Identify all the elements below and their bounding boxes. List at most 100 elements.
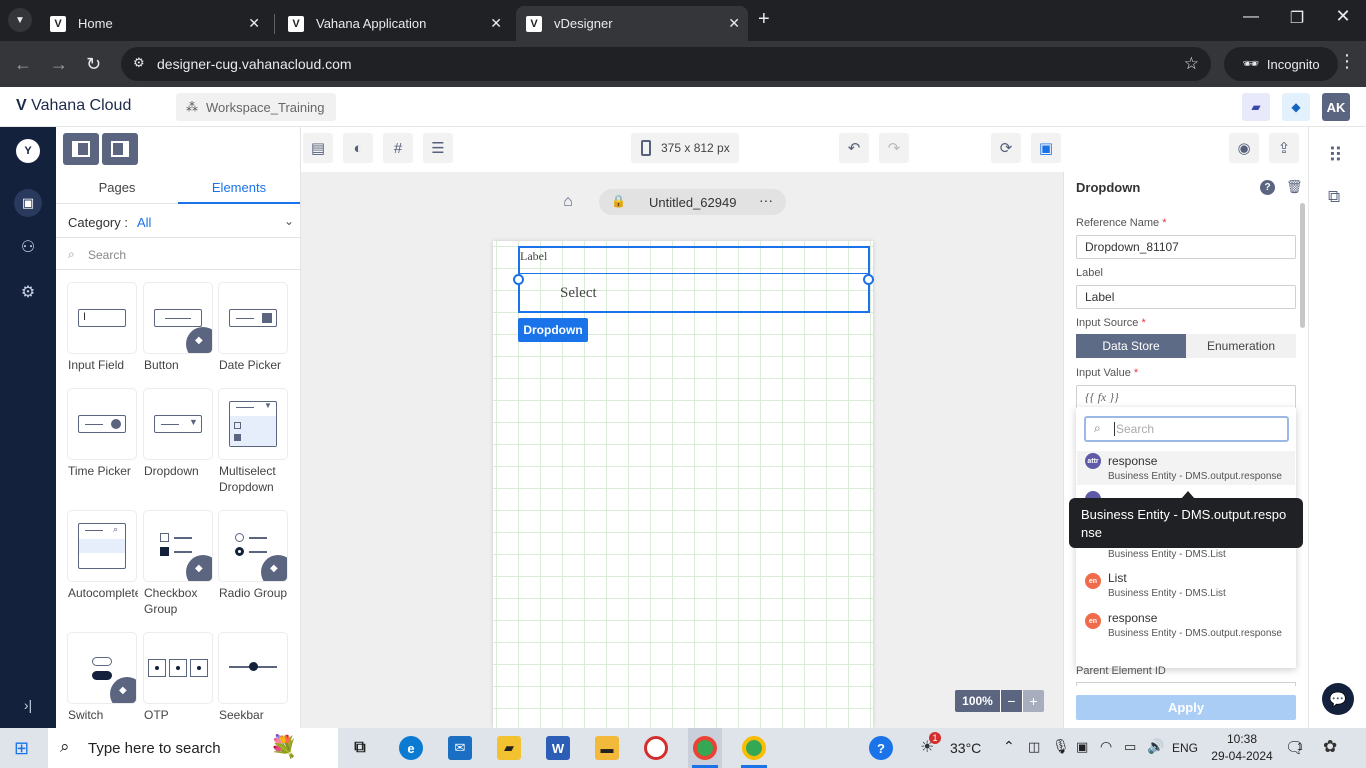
element-checkbox-group[interactable]: ◆	[144, 511, 212, 581]
lock-icon[interactable]: 🔒	[611, 194, 626, 208]
element-seekbar[interactable]	[219, 633, 287, 703]
save-button[interactable]: ▣	[1031, 133, 1061, 163]
close-window-icon[interactable]: ✕	[1320, 6, 1366, 27]
integration-icon[interactable]: ⧉	[1328, 187, 1340, 207]
windows-start-icon[interactable]: ⊞	[14, 738, 29, 759]
wifi-icon[interactable]: ◠	[1100, 738, 1112, 755]
element-autocomplete[interactable]: ⌕	[68, 511, 136, 581]
parent-element-input[interactable]	[1076, 682, 1296, 686]
reload-icon[interactable]: ↻	[86, 54, 101, 75]
refresh-button[interactable]: ⟳	[991, 133, 1021, 163]
element-date-picker[interactable]	[219, 283, 287, 353]
user-avatar[interactable]: AK	[1322, 93, 1350, 121]
camera-icon[interactable]: ▣	[1076, 739, 1088, 755]
layout-button[interactable]: ☰	[423, 133, 453, 163]
list-item[interactable]: attr response Business Entity - DMS.outp…	[1077, 451, 1295, 485]
rail-item-designer[interactable]: ▣	[14, 189, 42, 217]
device-size-selector[interactable]: 375 x 812 px	[631, 133, 739, 163]
preview-button[interactable]: ◉	[1229, 133, 1259, 163]
dropdown-search-input[interactable]: ⌕ Search	[1084, 416, 1289, 442]
task-view-icon[interactable]: ⧉	[348, 736, 372, 760]
help-icon[interactable]: ?	[869, 736, 893, 760]
expand-rail-icon[interactable]: ›|	[16, 697, 40, 713]
incognito-indicator[interactable]: 🕶 Incognito	[1224, 47, 1338, 81]
workflow-icon[interactable]: ⚇	[16, 237, 40, 257]
new-page-button[interactable]: ▤	[303, 133, 333, 163]
restore-icon[interactable]: ❐	[1274, 8, 1320, 28]
resize-handle-left[interactable]	[513, 274, 524, 285]
more-options-icon[interactable]: ···	[759, 192, 773, 208]
properties-scrollbar[interactable]	[1300, 203, 1305, 328]
opera-icon[interactable]	[644, 736, 668, 760]
file-explorer-icon[interactable]: ▬	[595, 736, 619, 760]
help-icon[interactable]: ?	[1260, 180, 1275, 195]
taskbar-search[interactable]: ⌕ Type here to search 💐	[48, 728, 338, 768]
rail-avatar[interactable]: Y	[16, 139, 40, 163]
element-switch[interactable]: ◆	[68, 633, 136, 703]
element-radio-group[interactable]: ◆	[219, 511, 287, 581]
label-input[interactable]: Label	[1076, 285, 1296, 309]
element-input-field[interactable]: I	[68, 283, 136, 353]
apply-button[interactable]: Apply	[1076, 695, 1296, 720]
chat-button[interactable]: ▰	[1242, 93, 1270, 121]
element-otp[interactable]	[144, 633, 212, 703]
copilot-icon[interactable]: ✿	[1323, 737, 1337, 757]
clock-date[interactable]: 29-04-2024	[1205, 749, 1279, 763]
bookmark-star-icon[interactable]: ☆	[1184, 54, 1199, 74]
url-field[interactable]: ⚙ designer-cug.vahanacloud.com ☆	[121, 47, 1211, 81]
category-filter[interactable]: Category : All ⌄	[56, 206, 300, 238]
tab-elements[interactable]: Elements	[178, 172, 300, 204]
browser-menu-icon[interactable]: ⋮	[1338, 51, 1356, 72]
clock-time[interactable]: 10:38	[1212, 732, 1272, 746]
left-panel-toggle[interactable]	[63, 133, 99, 165]
browser-tab-vahana-application[interactable]: V Vahana Application ✕	[278, 6, 510, 41]
support-chat-button[interactable]: 💬	[1322, 683, 1354, 715]
element-multiselect-dropdown[interactable]: ▼	[219, 389, 287, 459]
input-source-enumeration[interactable]: Enumeration	[1186, 334, 1296, 358]
battery-icon[interactable]: ▭	[1124, 739, 1136, 755]
minimize-icon[interactable]: —	[1228, 8, 1274, 26]
tray-app-icon[interactable]: ◫	[1028, 739, 1040, 755]
chrome-icon[interactable]	[693, 736, 717, 760]
resize-handle-right[interactable]	[863, 274, 874, 285]
volume-icon[interactable]: 🔊	[1147, 738, 1164, 755]
zoom-in-button[interactable]: +	[1022, 690, 1044, 712]
workspace-selector[interactable]: ⁂ Workspace_Training	[176, 93, 336, 121]
learning-button[interactable]: ◆	[1282, 93, 1310, 121]
input-value-field[interactable]: {{ fx }}	[1076, 385, 1296, 409]
mail-icon[interactable]: ✉	[448, 736, 472, 760]
zoom-out-button[interactable]: −	[1000, 690, 1022, 712]
elements-search-input[interactable]: ⌕ Search	[56, 240, 300, 270]
reference-name-input[interactable]: Dropdown_81107	[1076, 235, 1296, 259]
new-tab-icon[interactable]: +	[758, 8, 770, 31]
back-icon[interactable]: ←	[14, 54, 32, 75]
publish-button[interactable]: ⇪	[1269, 133, 1299, 163]
selected-dropdown-component[interactable]: Label Select	[518, 246, 870, 313]
close-tab-icon[interactable]: ✕	[490, 15, 502, 32]
sticky-notes-icon[interactable]: ▰	[497, 736, 521, 760]
tray-chevron-icon[interactable]: ⌃	[1003, 738, 1015, 755]
redo-button[interactable]: ↷	[879, 133, 909, 163]
close-tab-icon[interactable]: ✕	[728, 15, 740, 32]
edge-icon[interactable]: e	[399, 736, 423, 760]
input-source-data-store[interactable]: Data Store	[1076, 334, 1186, 358]
microphone-icon[interactable]: 🎙	[1052, 738, 1070, 755]
list-item[interactable]: en List Business Entity - DMS.List	[1084, 571, 1289, 605]
right-panel-toggle[interactable]	[102, 133, 138, 165]
element-button[interactable]: ◆	[144, 283, 212, 353]
element-dropdown[interactable]: ▼	[144, 389, 212, 459]
settings-page-icon[interactable]: ⚙	[16, 282, 40, 302]
browser-tab-home[interactable]: V Home ✕	[40, 6, 268, 41]
apps-grid-icon[interactable]: ⠿	[1328, 143, 1343, 168]
tab-pages[interactable]: Pages	[56, 172, 178, 204]
site-settings-icon[interactable]: ⚙	[133, 55, 145, 71]
tab-search-button[interactable]: ▼	[8, 8, 32, 32]
list-item[interactable]: en response Business Entity - DMS.output…	[1084, 611, 1289, 645]
grid-button[interactable]: #	[383, 133, 413, 163]
browser-tab-vdesigner[interactable]: V vDesigner ✕	[516, 6, 748, 41]
theme-button[interactable]: ◐	[343, 133, 373, 163]
undo-button[interactable]: ↶	[839, 133, 869, 163]
close-tab-icon[interactable]: ✕	[248, 15, 260, 32]
app-logo[interactable]: V Vahana Cloud	[16, 97, 131, 115]
home-page-icon[interactable]: ⌂	[558, 193, 578, 213]
